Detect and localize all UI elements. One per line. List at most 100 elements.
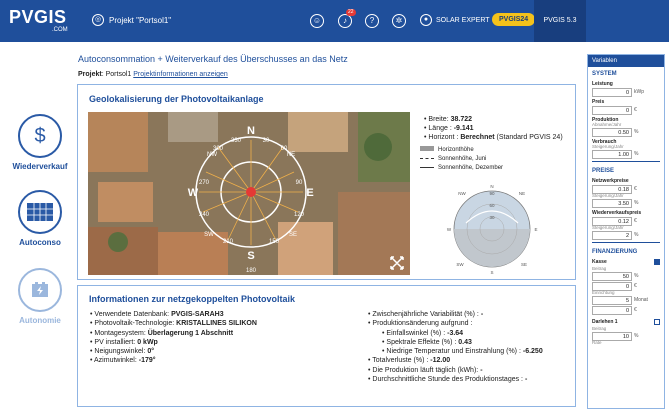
pv-left-value: 0° bbox=[147, 348, 155, 356]
polar-label: 90 bbox=[489, 191, 495, 196]
polar-label: N bbox=[490, 184, 493, 189]
longitude-value: -9.141 bbox=[453, 125, 474, 132]
pv-right-value: - bbox=[480, 311, 484, 318]
betrag-input[interactable]: 50 bbox=[592, 271, 632, 281]
pv-right-label: Durchschnittliche Stunde des Produktions… bbox=[372, 376, 523, 384]
pv-left-label: PV installiert: bbox=[94, 338, 136, 346]
unit: % bbox=[634, 129, 639, 135]
notification-count-badge: 22 bbox=[346, 9, 356, 16]
compass-w: W bbox=[188, 187, 199, 199]
latitude-label: Breite: bbox=[428, 116, 449, 123]
settings-gear-icon[interactable]: ✲ bbox=[392, 14, 406, 28]
compass-tick: 150 bbox=[269, 239, 280, 245]
compass-tick: 120 bbox=[294, 212, 305, 218]
project-name: Portsol1 bbox=[105, 71, 132, 78]
pv-info-panel: Informationen zur netzgekoppelten Photov… bbox=[77, 285, 576, 407]
divider bbox=[592, 161, 660, 162]
polar-label: SW bbox=[456, 262, 464, 267]
project-selector[interactable]: ◎ Projekt "Portsol1" bbox=[92, 14, 171, 26]
compass-s: S bbox=[247, 250, 254, 262]
unit: € bbox=[634, 283, 637, 289]
project-icon: ◎ bbox=[92, 14, 104, 26]
nav-wiederverkauf[interactable]: $ Wiederverkauf bbox=[0, 114, 80, 171]
satellite-map[interactable]: N E S W NE SE SW NW 30 60 90 120 150 180… bbox=[88, 112, 410, 275]
pv-left-value: -179° bbox=[138, 357, 156, 365]
help-icon[interactable]: ? bbox=[365, 14, 379, 28]
pv-info-right: • Zwischenjährliche Variabilität (%) : -… bbox=[368, 310, 543, 384]
polar-label: 60 bbox=[489, 203, 495, 208]
pv-left-row: • Montagesystem: Überlagerung 1 Abschnit… bbox=[90, 329, 234, 337]
pv-left-value: PVGIS-SARAH3 bbox=[171, 311, 224, 318]
user-account[interactable]: ● SOLAR EXPERT bbox=[420, 14, 490, 26]
legend-item: Sonnenhöhe, Dezember bbox=[438, 165, 504, 171]
polar-label: NE bbox=[519, 191, 525, 196]
dollar-icon: $ bbox=[18, 114, 62, 158]
polar-label: SE bbox=[521, 262, 527, 267]
pv-left-row: • Neigungswinkel: 0° bbox=[90, 348, 155, 356]
unit: Monat bbox=[634, 297, 648, 303]
page-title: Autoconsommation + Weiterverkauf des Übe… bbox=[78, 54, 348, 64]
location-coordinates: • Breite: 38.722 • Länge : -9.141 • Hori… bbox=[424, 116, 563, 141]
solar-panel-icon bbox=[18, 190, 62, 234]
pv-right-row: • Spektrale Effekte (%) : 0.43 bbox=[382, 338, 472, 346]
horizon-suffix: (Standard PGVIS 24) bbox=[496, 134, 563, 141]
divider bbox=[592, 242, 660, 243]
pv-info-title: Informationen zur netzgekoppelten Photov… bbox=[89, 294, 296, 304]
unit: € bbox=[634, 186, 637, 192]
sidebar-header: Variablen bbox=[588, 55, 664, 67]
pv-right-row: • Einfallswinkel (%) : -3.64 bbox=[382, 329, 464, 337]
compass-tick: 30 bbox=[263, 138, 270, 144]
einrichtung-amount-input[interactable]: 0 bbox=[592, 305, 632, 315]
pv-right-row: • Die Produktion läuft täglich (kWh): - bbox=[368, 366, 483, 374]
legend-swatch bbox=[420, 166, 434, 168]
legend-item: Sonnenhöhe, Juni bbox=[438, 156, 487, 162]
nav-label: Autonomie bbox=[19, 316, 61, 325]
pv-right-value: -3.64 bbox=[447, 329, 464, 337]
pvgis24-button[interactable]: PVGIS24 bbox=[492, 13, 536, 26]
nav-label: Wiederverkauf bbox=[12, 162, 68, 171]
top-bar: PVGIS .COM ◎ Projekt "Portsol1" ☺ ♪ 22 ?… bbox=[0, 0, 669, 42]
legend-swatch bbox=[420, 146, 434, 151]
unit: € bbox=[634, 218, 637, 224]
darlehen-checkbox[interactable] bbox=[654, 319, 660, 325]
pv-left-row: • Photovoltaik-Technologie: KRISTALLINES… bbox=[90, 320, 257, 328]
pvgis-version-tab[interactable]: PVGIS 5.3 bbox=[534, 0, 586, 42]
pv-left-label: Neigungswinkel: bbox=[94, 348, 146, 356]
pv-right-row: • Totalverluste (%) : -12.00 bbox=[368, 357, 451, 365]
pv-left-value: 0 kWp bbox=[137, 338, 158, 346]
pv-right-value: -12.00 bbox=[430, 357, 451, 365]
pv-right-label: Zwischenjährliche Variabilität (%) : bbox=[372, 311, 479, 318]
notification-bell-icon[interactable]: ♪ bbox=[338, 14, 352, 28]
unit: kWp bbox=[634, 89, 644, 95]
nav-autonomie[interactable]: Autonomie bbox=[0, 268, 80, 325]
pv-right-row: • Zwischenjährliche Variabilität (%) : - bbox=[368, 311, 484, 318]
nav-autoconso[interactable]: Autoconso bbox=[0, 190, 80, 247]
unit: % bbox=[634, 151, 639, 157]
netz-increase-input[interactable]: 3.50 bbox=[592, 198, 632, 208]
project-info-link[interactable]: Projektinformationen anzeigen bbox=[133, 71, 228, 78]
einrichtung-input[interactable]: 5 bbox=[592, 295, 632, 305]
pvgis-logo[interactable]: PVGIS bbox=[9, 7, 67, 28]
pv-right-row: • Produktionsänderung aufgrund : bbox=[368, 320, 473, 328]
unit: % bbox=[634, 333, 639, 339]
pv-left-label: Azimutwinkel: bbox=[94, 357, 137, 365]
horizon-label: Horizont : bbox=[428, 134, 459, 141]
compass-tick: 240 bbox=[199, 212, 210, 218]
leistung-input[interactable]: 0 bbox=[592, 87, 632, 97]
preis-input[interactable]: 0 bbox=[592, 105, 632, 115]
user-role-label: SOLAR EXPERT bbox=[436, 16, 490, 24]
pv-info-left: • Verwendete Datenbank: PVGIS-SARAH3 • Ph… bbox=[90, 310, 257, 366]
section-system: SYSTEM bbox=[592, 71, 617, 77]
compass-n: N bbox=[247, 125, 255, 137]
section-preise: PREISE bbox=[592, 168, 615, 174]
kasse-checkbox[interactable] bbox=[654, 259, 660, 265]
geolocation-title: Geolokalisierung der Photovoltaikanlage bbox=[89, 94, 264, 104]
verbrauch-input[interactable]: 1.00 bbox=[592, 149, 632, 159]
chat-icon[interactable]: ☺ bbox=[310, 14, 324, 28]
pv-left-label: Montagesystem: bbox=[94, 329, 146, 337]
unit: % bbox=[634, 200, 639, 206]
rate-label: Rate bbox=[592, 340, 602, 345]
produktion-input[interactable]: 0.50 bbox=[592, 127, 632, 137]
wiederverkauf-increase-input[interactable]: 2 bbox=[592, 230, 632, 240]
darlehen-label: Darlehen 1 bbox=[592, 319, 618, 325]
